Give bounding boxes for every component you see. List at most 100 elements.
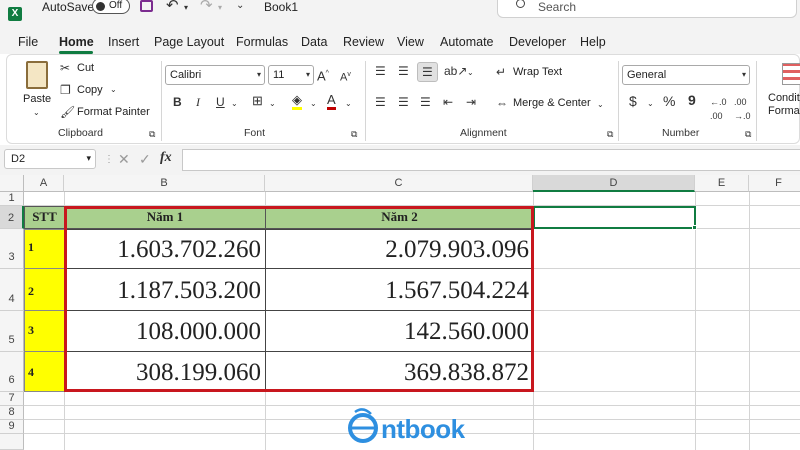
italic-icon[interactable]: I: [196, 95, 200, 109]
selected-cell-d2[interactable]: [533, 206, 696, 229]
undo-icon[interactable]: ↶: [166, 0, 179, 13]
paste-button[interactable]: Paste: [23, 93, 51, 105]
table-row-1-stt[interactable]: 1: [24, 229, 65, 269]
row-header-6[interactable]: 6: [0, 352, 24, 392]
table-row-3-nam1[interactable]: 108.000.000: [64, 310, 266, 352]
row-header-2[interactable]: 2: [0, 206, 24, 229]
align-center-icon[interactable]: ☰: [398, 95, 409, 109]
alignment-launcher-icon[interactable]: ⧉: [607, 127, 613, 141]
borders-icon[interactable]: ⊞: [252, 94, 263, 108]
comma-style-icon[interactable]: 9: [688, 93, 696, 107]
cancel-icon[interactable]: ✕: [118, 152, 130, 166]
align-right-icon[interactable]: ☰: [420, 95, 431, 109]
decrease-font-icon[interactable]: Av: [340, 68, 351, 85]
column-header-d[interactable]: D: [533, 175, 695, 192]
search-input[interactable]: Search: [538, 0, 576, 14]
row-header-5[interactable]: 5: [0, 311, 24, 352]
copy-button[interactable]: Copy: [77, 84, 103, 96]
table-row-1-nam1[interactable]: 1.603.702.260: [64, 229, 266, 269]
undo-dropdown-icon[interactable]: ▾: [184, 1, 188, 15]
row-header-4[interactable]: 4: [0, 269, 24, 311]
customize-qat-icon[interactable]: ⌄: [236, 0, 244, 13]
copy-dropdown-icon[interactable]: ⌄: [110, 83, 117, 97]
align-left-icon[interactable]: ☰: [375, 95, 386, 109]
column-header-c[interactable]: C: [265, 175, 533, 192]
tab-insert[interactable]: Insert: [108, 35, 139, 49]
font-name-select[interactable]: Calibri ▾: [165, 65, 265, 85]
chevron-down-icon[interactable]: ▾: [86, 153, 91, 164]
table-row-4-stt[interactable]: 4: [24, 351, 65, 392]
paste-icon[interactable]: [26, 61, 48, 89]
increase-decimal-icon[interactable]: ←.0.00: [710, 95, 727, 123]
table-row-1-nam2[interactable]: 2.079.903.096: [265, 229, 534, 269]
insert-function-icon[interactable]: fx: [160, 151, 172, 165]
search-box[interactable]: Search: [497, 0, 797, 18]
select-all-corner[interactable]: [0, 175, 24, 192]
orientation-dropdown-icon[interactable]: ⌄: [467, 66, 474, 80]
font-color-icon[interactable]: A: [327, 93, 336, 110]
fill-color-icon[interactable]: ◈: [292, 93, 302, 110]
row-header-9[interactable]: 9: [0, 420, 24, 434]
merge-dropdown-icon[interactable]: ⌄: [597, 98, 604, 112]
conditional-formatting-button-line2[interactable]: Format: [768, 105, 800, 117]
cut-button[interactable]: Cut: [77, 62, 94, 74]
clipboard-launcher-icon[interactable]: ⧉: [149, 127, 155, 141]
underline-dropdown-icon[interactable]: ⌄: [231, 97, 238, 111]
tab-review[interactable]: Review: [343, 35, 384, 49]
decrease-indent-icon[interactable]: ⇤: [443, 95, 453, 109]
borders-dropdown-icon[interactable]: ⌄: [269, 97, 276, 111]
tab-developer[interactable]: Developer: [509, 35, 566, 49]
paste-dropdown-icon[interactable]: ⌄: [33, 106, 40, 120]
bold-icon[interactable]: B: [173, 95, 182, 109]
currency-dropdown-icon[interactable]: ⌄: [647, 97, 654, 111]
tab-home[interactable]: Home: [59, 35, 94, 49]
cell-c2-header[interactable]: Năm 2: [265, 206, 534, 229]
align-bottom-icon[interactable]: ☰: [417, 62, 438, 82]
table-row-3-stt[interactable]: 3: [24, 310, 65, 352]
font-size-select[interactable]: 11 ▾: [268, 65, 314, 85]
save-icon[interactable]: [140, 0, 153, 12]
column-header-f[interactable]: F: [749, 175, 800, 192]
row-header-8[interactable]: 8: [0, 406, 24, 420]
format-painter-button[interactable]: Format Painter: [77, 106, 150, 118]
column-header-a[interactable]: A: [24, 175, 64, 192]
align-top-icon[interactable]: ☰: [375, 64, 386, 78]
tab-file[interactable]: File: [18, 35, 38, 49]
name-box[interactable]: D2 ▾: [4, 149, 96, 169]
increase-indent-icon[interactable]: ⇥: [466, 95, 476, 109]
formula-input[interactable]: [182, 149, 800, 171]
tab-formulas[interactable]: Formulas: [236, 35, 288, 49]
table-row-2-stt[interactable]: 2: [24, 268, 65, 311]
column-header-b[interactable]: B: [64, 175, 265, 192]
tab-view[interactable]: View: [397, 35, 424, 49]
currency-icon[interactable]: $: [629, 94, 637, 108]
align-middle-icon[interactable]: ☰: [398, 64, 409, 78]
column-header-e[interactable]: E: [695, 175, 749, 192]
decrease-decimal-icon[interactable]: .00 →.0: [734, 95, 751, 123]
merge-center-button[interactable]: Merge & Center: [513, 97, 591, 109]
tab-data[interactable]: Data: [301, 35, 327, 49]
table-row-4-nam2[interactable]: 369.838.872: [265, 351, 534, 392]
cell-a2-header[interactable]: STT: [24, 206, 65, 229]
fill-color-dropdown-icon[interactable]: ⌄: [310, 97, 317, 111]
redo-dropdown-icon[interactable]: ▾: [218, 1, 222, 15]
tab-page-layout[interactable]: Page Layout: [154, 35, 224, 49]
tab-automate[interactable]: Automate: [440, 35, 494, 49]
underline-icon[interactable]: U: [216, 95, 225, 109]
orientation-icon[interactable]: ab↗: [444, 64, 467, 78]
row-header-1[interactable]: 1: [0, 192, 24, 206]
table-row-3-nam2[interactable]: 142.560.000: [265, 310, 534, 352]
fill-handle[interactable]: [692, 225, 697, 230]
cell-b2-header[interactable]: Năm 1: [64, 206, 266, 229]
row-header-3[interactable]: 3: [0, 229, 24, 269]
increase-font-icon[interactable]: A^: [317, 67, 329, 83]
number-format-select[interactable]: General ▾: [622, 65, 750, 85]
wrap-text-button[interactable]: Wrap Text: [513, 66, 562, 78]
enter-icon[interactable]: ✓: [139, 152, 151, 166]
row-header-7[interactable]: 7: [0, 392, 24, 406]
row-header-10[interactable]: [0, 434, 24, 450]
table-row-2-nam2[interactable]: 1.567.504.224: [265, 268, 534, 311]
font-launcher-icon[interactable]: ⧉: [351, 127, 357, 141]
tab-help[interactable]: Help: [580, 35, 606, 49]
table-row-2-nam1[interactable]: 1.187.503.200: [64, 268, 266, 311]
